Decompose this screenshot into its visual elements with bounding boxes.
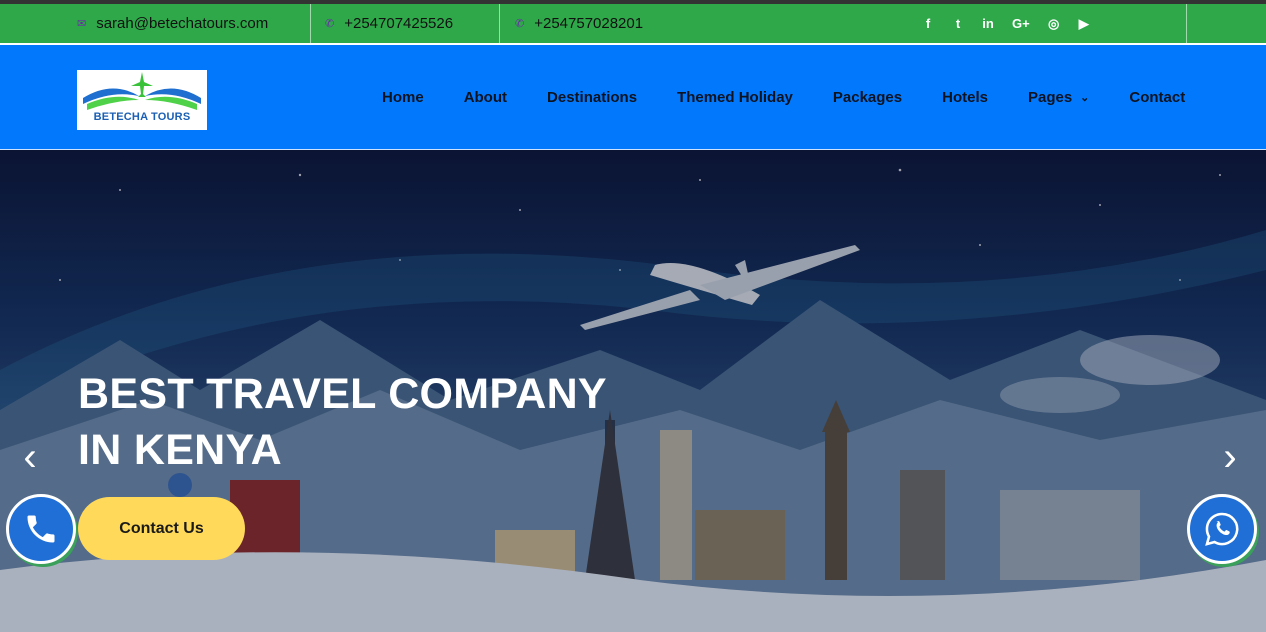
- twitter-icon[interactable]: t: [952, 16, 964, 31]
- instagram-icon[interactable]: ◎: [1048, 16, 1060, 32]
- nav-packages[interactable]: Packages: [833, 89, 902, 106]
- hero-headline-line1: BEST TRAVEL COMPANY: [78, 370, 607, 418]
- whatsapp-button[interactable]: [1187, 494, 1257, 564]
- nav-pages[interactable]: Pages ⌄: [1028, 89, 1089, 106]
- chevron-down-icon: ⌄: [1080, 91, 1090, 104]
- social-links: f t in G+ ◎ ▶: [922, 4, 1090, 43]
- topbar-divider: [1186, 4, 1187, 43]
- main-navigation: Home About Destinations Themed Holiday P…: [382, 45, 1225, 149]
- nav-contact[interactable]: Contact: [1129, 89, 1185, 106]
- prev-slide-arrow-icon[interactable]: ‹: [17, 437, 43, 477]
- nav-themed-holiday[interactable]: Themed Holiday: [677, 89, 793, 106]
- hero-headline-line2: IN KENYA: [78, 426, 282, 474]
- contact-us-button[interactable]: Contact Us: [78, 497, 245, 560]
- phone-text-2[interactable]: +254757028201: [534, 15, 643, 32]
- youtube-icon[interactable]: ▶: [1078, 16, 1090, 32]
- phone-icon: ✆: [325, 18, 335, 30]
- next-slide-arrow-icon[interactable]: ›: [1217, 437, 1243, 477]
- linkedin-icon[interactable]: in: [982, 16, 994, 31]
- google-plus-icon[interactable]: G+: [1012, 16, 1030, 31]
- nav-home[interactable]: Home: [382, 89, 424, 106]
- envelope-icon: ✉: [77, 18, 87, 30]
- call-button[interactable]: [6, 494, 76, 564]
- contact-topbar: ✉ sarah@betechatours.com ✆ +254707425526…: [0, 4, 1266, 43]
- hero-slider: BEST TRAVEL COMPANY IN KENYA Contact Us …: [0, 150, 1266, 632]
- whatsapp-icon: [1205, 512, 1239, 546]
- email-text[interactable]: sarah@betechatours.com: [96, 15, 268, 32]
- phone-contact-2[interactable]: ✆ +254757028201: [515, 4, 643, 43]
- email-contact[interactable]: ✉ sarah@betechatours.com: [77, 4, 268, 43]
- nav-pages-label: Pages: [1027, 88, 1073, 106]
- nav-about[interactable]: About: [464, 89, 507, 106]
- nav-hotels[interactable]: Hotels: [942, 89, 988, 106]
- logo-text: BETECHA TOURS: [93, 111, 191, 123]
- topbar-divider: [310, 4, 311, 43]
- hero-headline: BEST TRAVEL COMPANY IN KENYA: [78, 366, 607, 478]
- nav-destinations[interactable]: Destinations: [547, 89, 637, 106]
- phone-contact-1[interactable]: ✆ +254707425526: [325, 4, 453, 43]
- phone-icon: ✆: [515, 18, 525, 30]
- topbar-divider: [499, 4, 500, 43]
- facebook-icon[interactable]: f: [922, 16, 934, 31]
- phone-icon: [27, 515, 55, 543]
- site-logo[interactable]: BETECHA TOURS: [77, 70, 207, 130]
- site-header: BETECHA TOURS Home About Destinations Th…: [0, 43, 1266, 150]
- phone-text-1[interactable]: +254707425526: [344, 15, 453, 32]
